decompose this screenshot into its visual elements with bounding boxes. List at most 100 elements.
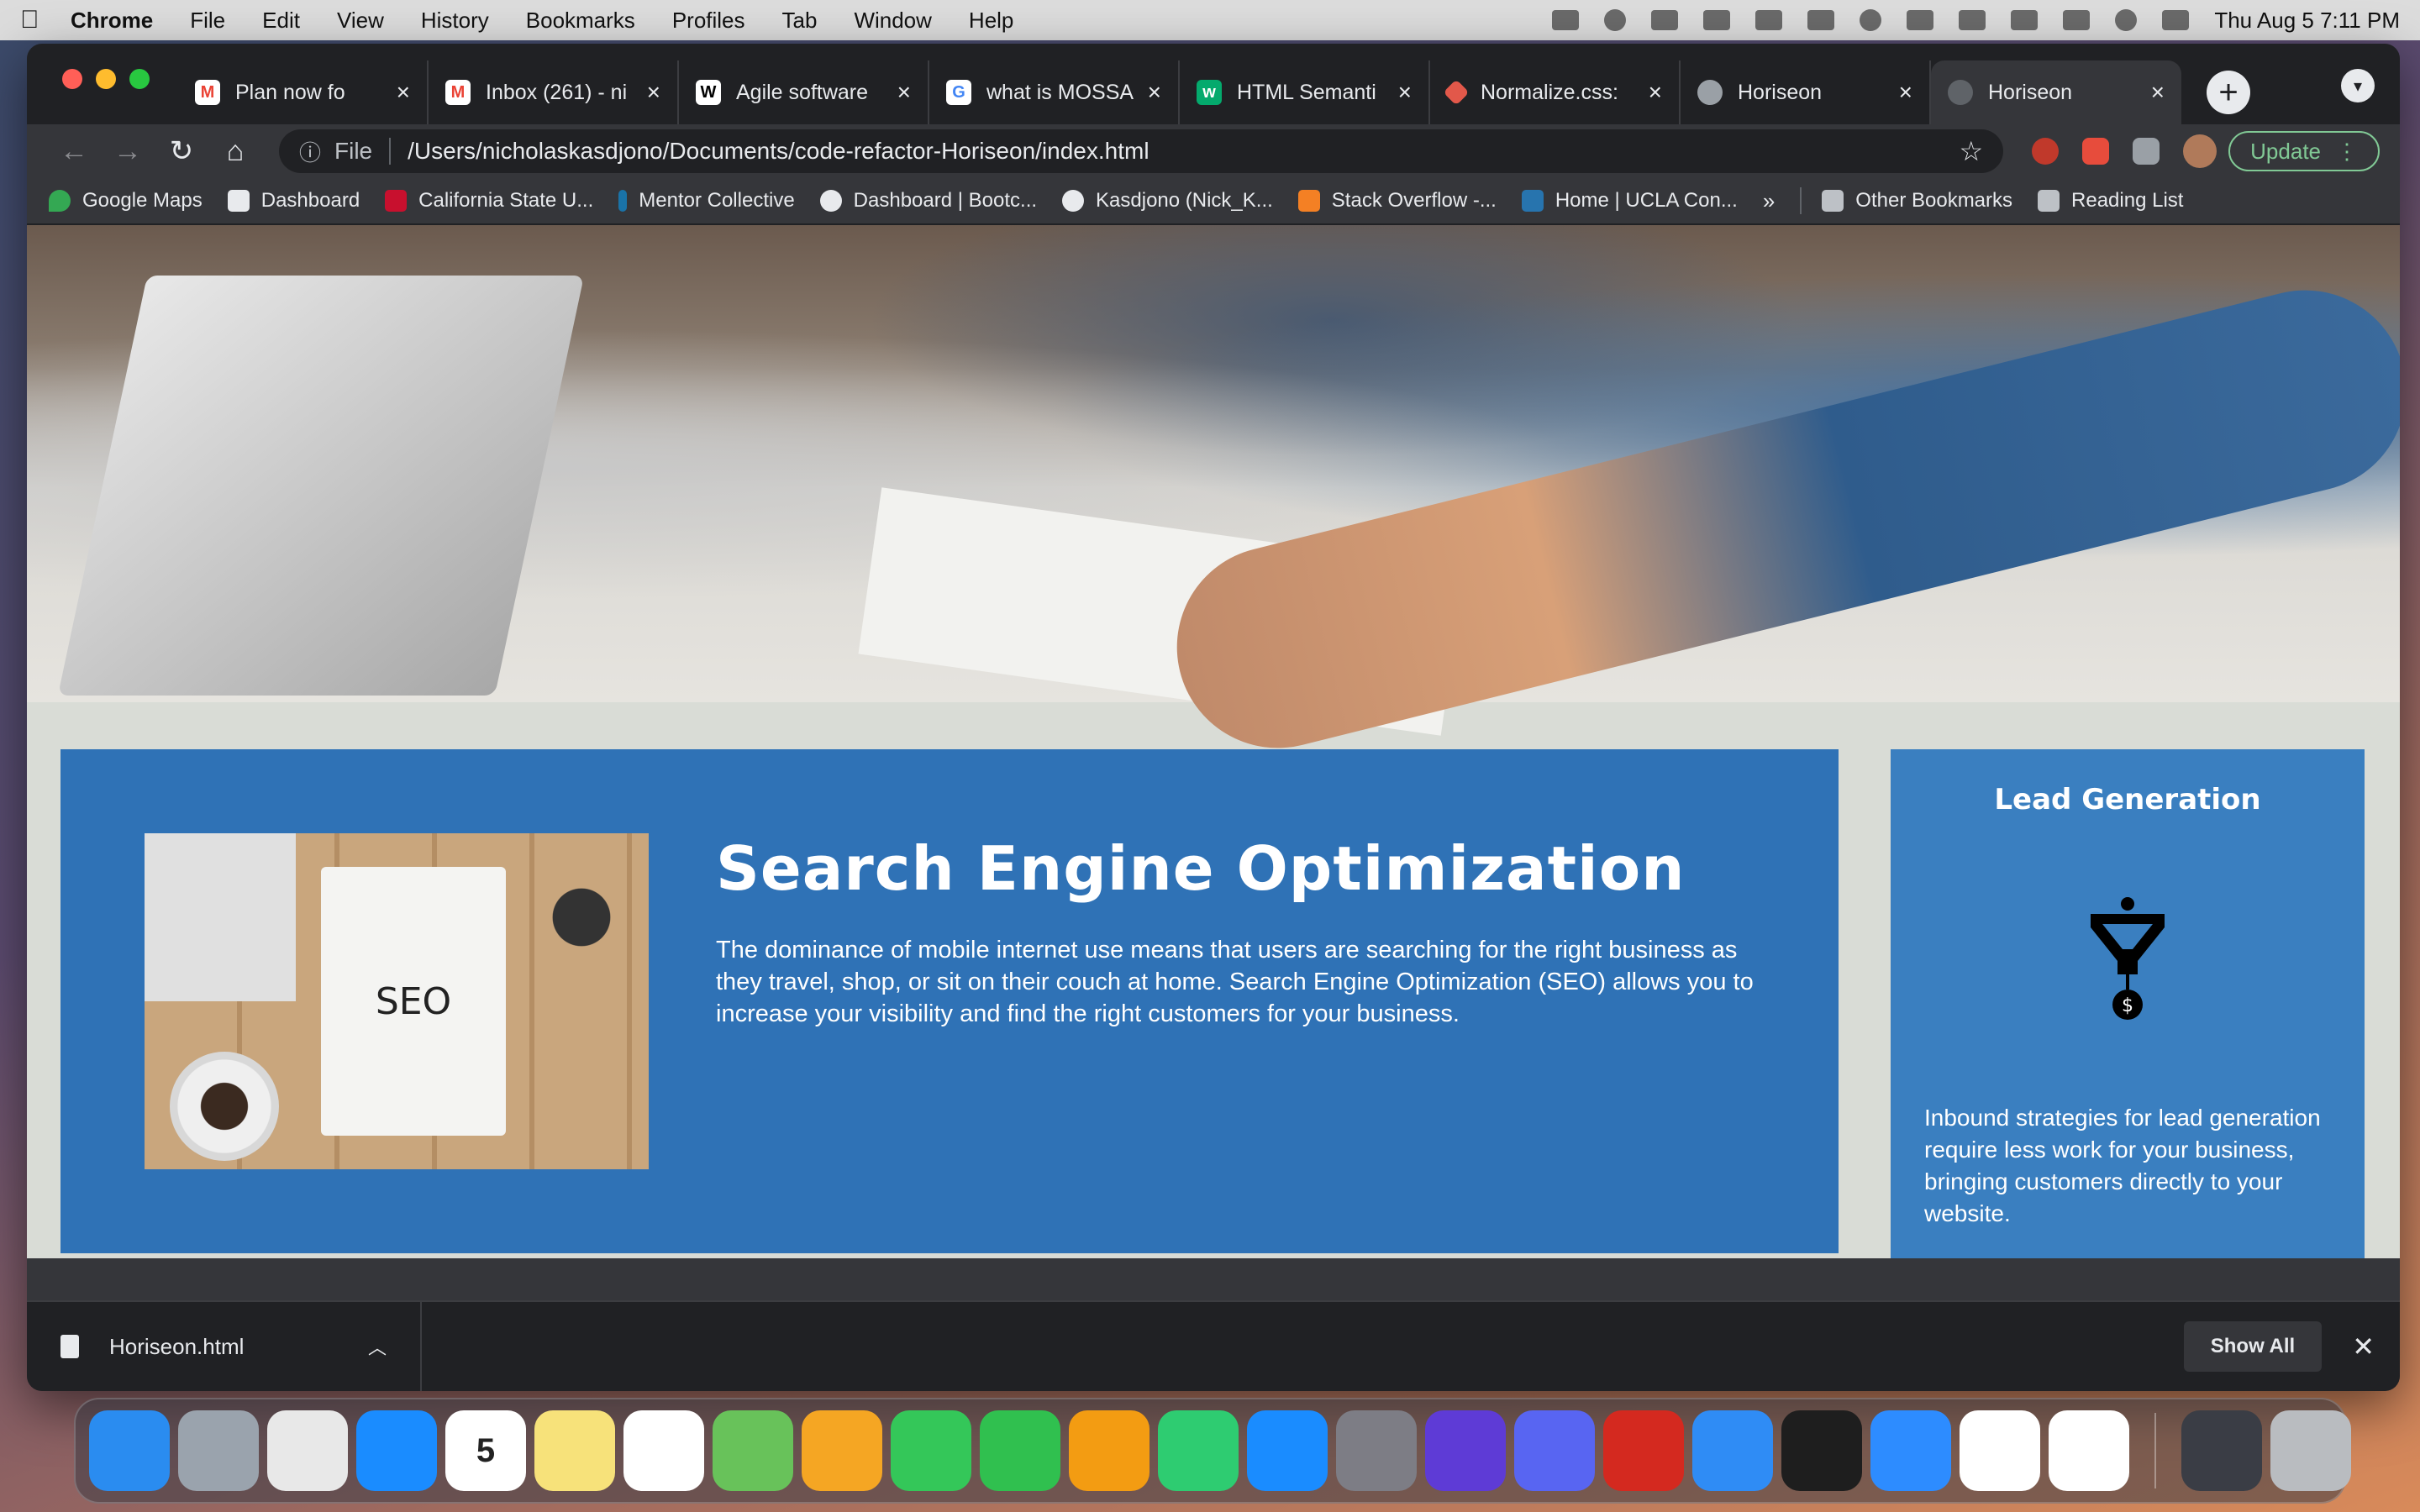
tab-agile[interactable]: W Agile software × — [679, 60, 929, 124]
tab-mossa[interactable]: G what is MOSSA × — [929, 60, 1180, 124]
dock-system-preferences-icon[interactable] — [1336, 1410, 1417, 1491]
battery-icon[interactable] — [2011, 10, 2039, 30]
menu-bookmarks[interactable]: Bookmarks — [526, 8, 635, 34]
bookmark-github[interactable]: Kasdjono (Nick_K... — [1062, 189, 1273, 213]
spotlight-search-icon[interactable] — [2115, 9, 2138, 31]
menu-window[interactable]: Window — [854, 8, 931, 34]
dock-numbers-icon[interactable] — [1158, 1410, 1239, 1491]
dock-chrome-icon[interactable] — [267, 1410, 348, 1491]
tab-html-semantic[interactable]: w HTML Semanti × — [1180, 60, 1430, 124]
page-viewport[interactable]: SEO Search Engine Optimization The domin… — [27, 225, 2400, 1258]
extension-ublock-icon[interactable] — [2032, 138, 2060, 165]
dock-pages-icon[interactable] — [1069, 1410, 1150, 1491]
volume-icon[interactable] — [1907, 10, 1934, 30]
chevron-up-icon[interactable]: ︿ — [368, 1333, 387, 1360]
dock-mail-icon[interactable] — [1692, 1410, 1773, 1491]
tab-horiseon-1[interactable]: Horiseon × — [1681, 60, 1931, 124]
tab-inbox[interactable]: M Inbox (261) - ni × — [429, 60, 679, 124]
dock-acrobat-icon[interactable] — [1603, 1410, 1684, 1491]
address-url[interactable]: /Users/nicholaskasdjono/Documents/code-r… — [408, 138, 1149, 165]
dock-calendar-icon[interactable]: 5 — [445, 1410, 526, 1491]
dock-maps-icon[interactable] — [713, 1410, 793, 1491]
dock-notes-icon[interactable] — [534, 1410, 615, 1491]
dock-launchpad-icon[interactable] — [178, 1410, 259, 1491]
menu-help[interactable]: Help — [969, 8, 1013, 34]
dock-app-store-icon[interactable] — [1247, 1410, 1328, 1491]
dock-safari-icon[interactable] — [356, 1410, 437, 1491]
dock-siri-icon[interactable] — [1425, 1410, 1506, 1491]
battery-monitor-icon[interactable] — [1807, 10, 1835, 30]
menu-tab[interactable]: Tab — [782, 8, 818, 34]
tab-horiseon-active[interactable]: Horiseon × — [1931, 60, 2181, 124]
dock-photos-icon[interactable] — [802, 1410, 882, 1491]
menu-app-name[interactable]: Chrome — [71, 8, 153, 34]
dock-facetime-icon[interactable] — [980, 1410, 1060, 1491]
back-button[interactable]: ← — [47, 135, 101, 168]
profile-avatar[interactable] — [2183, 134, 2217, 168]
tab-plan-now[interactable]: M Plan now fo × — [178, 60, 429, 124]
close-window-button[interactable] — [62, 69, 82, 89]
close-tab-icon[interactable]: × — [1398, 79, 1412, 106]
dock-reminders-icon[interactable] — [623, 1410, 704, 1491]
window-manager-icon[interactable] — [1755, 10, 1783, 30]
bookmark-cal-state[interactable]: California State U... — [385, 189, 593, 213]
forward-button[interactable]: → — [101, 135, 155, 168]
close-tab-icon[interactable]: × — [1899, 79, 1912, 106]
close-tab-icon[interactable]: × — [647, 79, 660, 106]
reading-list[interactable]: Reading List — [2038, 189, 2183, 213]
zoom-window-button[interactable] — [129, 69, 150, 89]
close-tab-icon[interactable]: × — [2151, 79, 2165, 106]
download-item[interactable]: Horiseon.html ︿ — [27, 1301, 422, 1391]
update-button[interactable]: Update ⋮ — [2228, 131, 2380, 171]
extensions-puzzle-icon[interactable] — [2133, 138, 2160, 165]
reload-button[interactable]: ↻ — [155, 134, 208, 168]
home-button[interactable]: ⌂ — [208, 135, 262, 168]
dock-discord-icon[interactable] — [1514, 1410, 1595, 1491]
tab-search-button[interactable]: ▾ — [2341, 69, 2375, 102]
new-tab-button[interactable]: + — [2207, 71, 2250, 114]
close-tab-icon[interactable]: × — [397, 79, 410, 106]
dock-zoom-icon[interactable] — [1870, 1410, 1951, 1491]
more-menu-icon[interactable]: ⋮ — [2336, 139, 2358, 165]
control-center-icon[interactable] — [2162, 10, 2190, 30]
menu-profiles[interactable]: Profiles — [672, 8, 745, 34]
tab-normalize[interactable]: Normalize.css: × — [1430, 60, 1681, 124]
menu-history[interactable]: History — [421, 8, 489, 34]
wifi-icon[interactable] — [2063, 10, 2091, 30]
bookmark-google-maps[interactable]: Google Maps — [49, 189, 203, 213]
menu-file[interactable]: File — [190, 8, 225, 34]
wd-drive-icon[interactable] — [1651, 10, 1679, 30]
close-downloads-icon[interactable]: ✕ — [2352, 1331, 2375, 1362]
dock-vscode-icon[interactable] — [2049, 1410, 2129, 1491]
menu-view[interactable]: View — [337, 8, 384, 34]
dock-terminal-icon[interactable] — [1781, 1410, 1862, 1491]
address-bar[interactable]: ⓘ File /Users/nicholaskasdjono/Documents… — [279, 129, 2004, 173]
bookmarks-overflow-button[interactable]: » — [1763, 188, 1775, 214]
sync-status-icon[interactable] — [1604, 9, 1627, 31]
zoom-status-icon[interactable] — [1552, 10, 1580, 30]
dock-messages-icon[interactable] — [891, 1410, 971, 1491]
close-tab-icon[interactable]: × — [1649, 79, 1662, 106]
bluetooth-icon[interactable] — [1959, 10, 1986, 30]
show-all-downloads-button[interactable]: Show All — [2183, 1321, 2323, 1372]
dock-finder-icon[interactable] — [89, 1410, 170, 1491]
gif-capture-icon[interactable] — [1703, 10, 1731, 30]
bookmark-other[interactable]: Other Bookmarks — [1822, 189, 2012, 213]
bookmark-stack-overflow[interactable]: Stack Overflow -... — [1297, 189, 1497, 213]
bookmark-ucla[interactable]: Home | UCLA Con... — [1521, 189, 1738, 213]
dock-slack-icon[interactable] — [1960, 1410, 2040, 1491]
bookmark-dashboard[interactable]: Dashboard — [227, 189, 360, 213]
menu-edit[interactable]: Edit — [262, 8, 300, 34]
play-icon[interactable] — [1860, 9, 1882, 31]
close-tab-icon[interactable]: × — [1148, 79, 1161, 106]
dock-trash-icon[interactable] — [2270, 1410, 2351, 1491]
site-info-icon[interactable]: ⓘ — [299, 136, 321, 167]
dock-downloads-stack-icon[interactable] — [2181, 1410, 2262, 1491]
bookmark-star-icon[interactable]: ☆ — [1959, 135, 1983, 167]
minimize-window-button[interactable] — [96, 69, 116, 89]
bookmark-mentor-collective[interactable]: Mentor Collective — [618, 189, 795, 213]
apple-menu-icon[interactable]:  — [20, 6, 71, 34]
menu-clock[interactable]: Thu Aug 5 7:11 PM — [2214, 8, 2400, 34]
close-tab-icon[interactable]: × — [897, 79, 911, 106]
extension-recorder-icon[interactable] — [2082, 138, 2110, 165]
